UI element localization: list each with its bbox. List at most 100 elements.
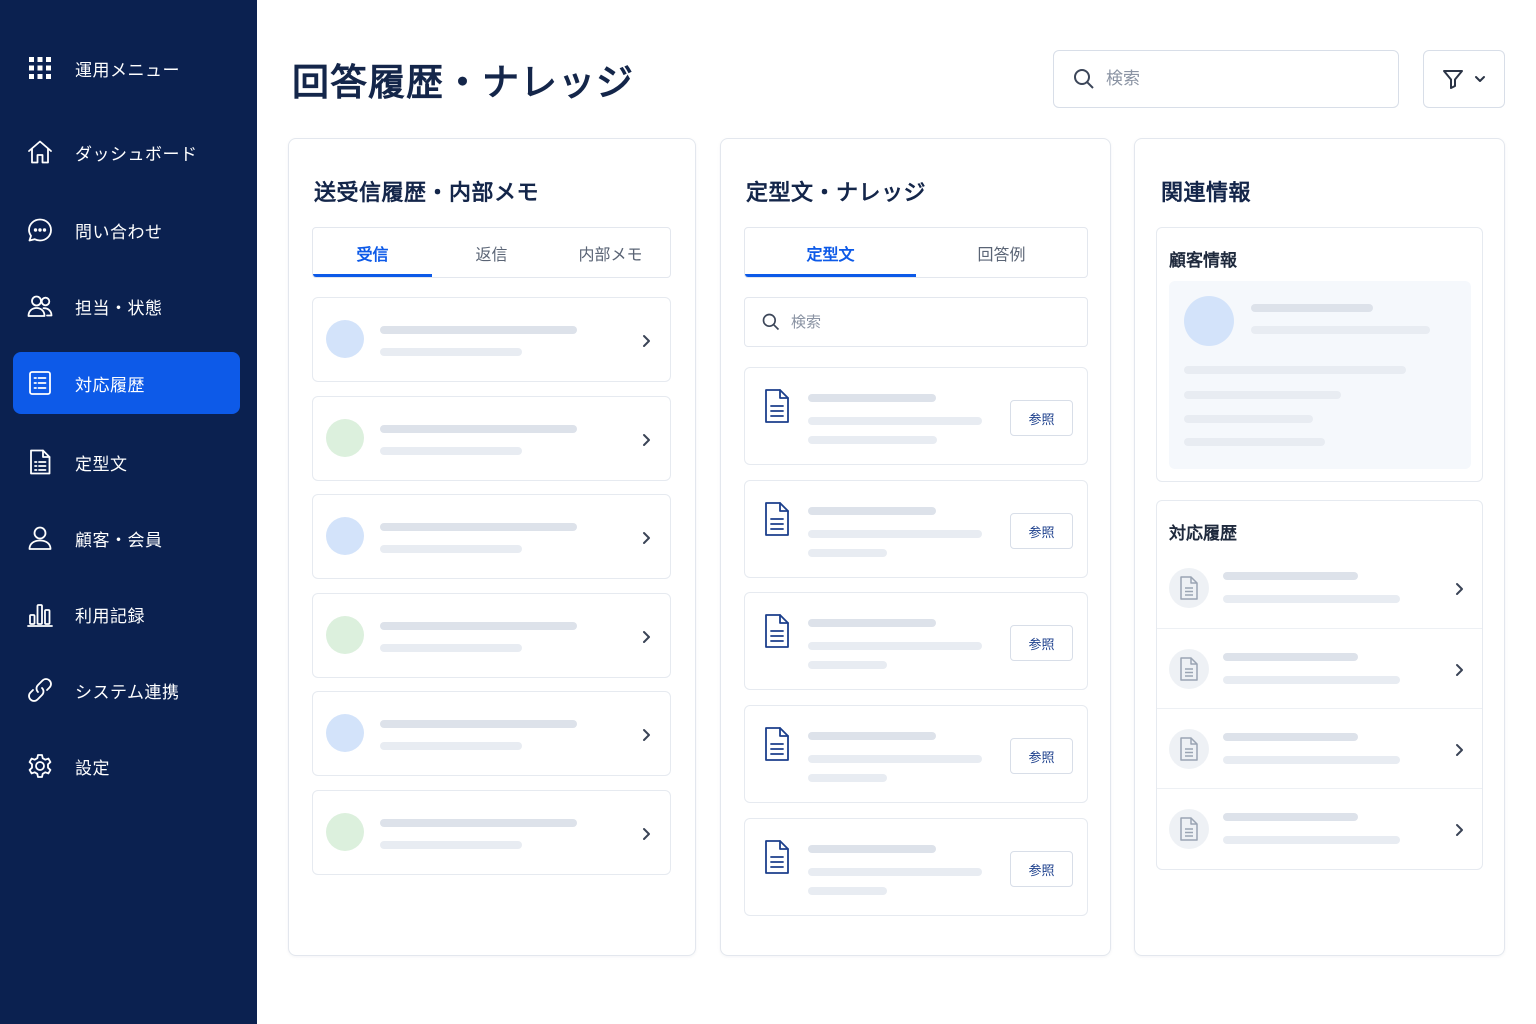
message-tabs: 受信 返信 内部メモ: [312, 227, 671, 278]
message-item[interactable]: [312, 790, 671, 875]
placeholder-line: [380, 447, 522, 455]
history-item[interactable]: [1157, 708, 1482, 788]
document-icon: [763, 388, 791, 424]
sidebar-item-customers[interactable]: 顧客・会員: [13, 507, 240, 569]
placeholder-line: [1184, 366, 1406, 374]
placeholder-line: [380, 545, 522, 553]
message-item[interactable]: [312, 691, 671, 776]
placeholder-line: [380, 326, 577, 334]
sidebar: 運用メニュー ダッシュボード 問い合わせ 担当・状態 対応履歴 定型文 顧客・会…: [0, 0, 257, 1024]
placeholder-line: [380, 622, 577, 630]
placeholder-line: [380, 819, 577, 827]
avatar: [326, 517, 364, 555]
message-item[interactable]: [312, 297, 671, 382]
sidebar-item-inquiries[interactable]: 問い合わせ: [13, 199, 240, 261]
placeholder-line: [808, 661, 887, 669]
sidebar-item-label: 対応履歴: [75, 375, 145, 396]
sidebar-item-integrations[interactable]: システム連携: [13, 659, 240, 721]
chevron-right-icon: [1451, 662, 1467, 678]
panel-title: 定型文・ナレッジ: [746, 181, 927, 206]
sidebar-item-label: 利用記録: [75, 606, 145, 627]
search-input[interactable]: [1106, 69, 1366, 89]
tab-replies[interactable]: 返信: [432, 228, 551, 277]
placeholder-line: [380, 742, 522, 750]
history-card: 対応履歴: [1156, 500, 1483, 870]
menu-header[interactable]: 運用メニュー: [25, 50, 180, 86]
tab-received[interactable]: 受信: [313, 228, 432, 277]
template-search[interactable]: [744, 297, 1088, 347]
list-icon: [25, 368, 55, 398]
placeholder-line: [808, 394, 936, 402]
chevron-right-icon: [638, 727, 654, 743]
avatar: [1184, 296, 1234, 346]
sidebar-item-dashboard[interactable]: ダッシュボード: [13, 121, 240, 183]
sidebar-item-history[interactable]: 対応履歴: [13, 352, 240, 414]
sidebar-item-label: ダッシュボード: [75, 144, 198, 165]
placeholder-line: [1184, 391, 1341, 399]
sidebar-item-usage-records[interactable]: 利用記録: [13, 583, 240, 645]
reference-button[interactable]: 参照: [1010, 851, 1073, 887]
sidebar-item-label: 設定: [75, 758, 110, 779]
history-item[interactable]: [1157, 788, 1482, 868]
placeholder-line: [1223, 572, 1358, 580]
placeholder-line: [808, 755, 982, 763]
template-search-input[interactable]: [791, 313, 1071, 331]
chevron-right-icon: [1451, 581, 1467, 597]
tab-internal-memo[interactable]: 内部メモ: [551, 228, 670, 277]
user-icon: [25, 523, 55, 553]
placeholder-line: [808, 549, 887, 557]
messages-panel: 送受信履歴・内部メモ 受信 返信 内部メモ: [288, 138, 696, 956]
message-item[interactable]: [312, 494, 671, 579]
placeholder-line: [1223, 595, 1400, 603]
home-icon: [25, 137, 55, 167]
sidebar-item-label: 顧客・会員: [75, 530, 163, 551]
header-search[interactable]: [1053, 50, 1399, 108]
document-icon: [1169, 649, 1209, 689]
customer-info-title: 顧客情報: [1169, 251, 1237, 271]
panel-title: 送受信履歴・内部メモ: [314, 181, 540, 206]
tab-answer-examples[interactable]: 回答例: [916, 228, 1087, 277]
document-icon: [763, 726, 791, 762]
sidebar-item-label: 担当・状態: [75, 298, 163, 319]
history-item[interactable]: [1157, 548, 1482, 628]
reference-button[interactable]: 参照: [1010, 738, 1073, 774]
sidebar-item-templates[interactable]: 定型文: [13, 431, 240, 493]
placeholder-line: [1223, 653, 1358, 661]
placeholder-line: [1251, 326, 1430, 334]
avatar: [326, 616, 364, 654]
placeholder-line: [380, 720, 577, 728]
placeholder-line: [380, 644, 522, 652]
placeholder-line: [1184, 415, 1313, 423]
customer-info-placeholder: [1169, 281, 1471, 469]
placeholder-line: [1223, 756, 1400, 764]
placeholder-line: [380, 523, 577, 531]
placeholder-line: [380, 348, 522, 356]
message-item[interactable]: [312, 593, 671, 678]
template-item: 参照: [744, 480, 1088, 578]
template-item: 参照: [744, 367, 1088, 465]
sidebar-item-settings[interactable]: 設定: [13, 735, 240, 797]
template-tabs: 定型文 回答例: [744, 227, 1088, 278]
tab-templates[interactable]: 定型文: [745, 228, 916, 277]
placeholder-line: [1251, 304, 1373, 312]
reference-button[interactable]: 参照: [1010, 400, 1073, 436]
panel-title: 関連情報: [1161, 181, 1252, 206]
document-icon: [1169, 809, 1209, 849]
menu-title: 運用メニュー: [75, 60, 180, 81]
chevron-right-icon: [638, 432, 654, 448]
filter-button[interactable]: [1423, 50, 1505, 108]
message-item[interactable]: [312, 396, 671, 481]
sidebar-item-label: 問い合わせ: [75, 222, 163, 243]
grid-icon: [25, 53, 55, 83]
history-item[interactable]: [1157, 628, 1482, 708]
placeholder-line: [808, 530, 982, 538]
placeholder-line: [808, 845, 936, 853]
placeholder-line: [808, 642, 982, 650]
placeholder-line: [808, 436, 937, 444]
reference-button[interactable]: 参照: [1010, 625, 1073, 661]
chevron-down-icon: [1475, 76, 1485, 82]
link-icon: [25, 675, 55, 705]
document-icon: [763, 613, 791, 649]
sidebar-item-assignee-status[interactable]: 担当・状態: [13, 275, 240, 337]
reference-button[interactable]: 参照: [1010, 513, 1073, 549]
